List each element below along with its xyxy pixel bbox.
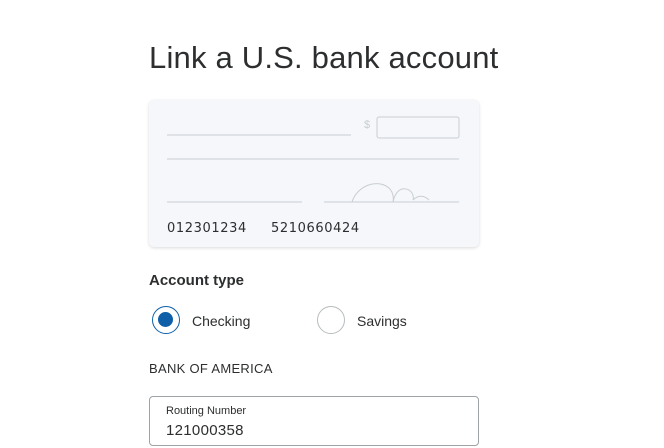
routing-number-label: Routing Number [166, 405, 247, 417]
page-title: Link a U.S. bank account [149, 40, 499, 75]
savings-radio[interactable] [317, 306, 345, 334]
routing-number-field[interactable]: Routing Number 121000358 [149, 396, 479, 446]
check-illustration: $ 012301234 5210660424 [149, 100, 479, 247]
account-type-label: Account type [149, 272, 245, 289]
check-routing-number: 012301234 [167, 221, 247, 236]
checking-radio-label[interactable]: Checking [192, 313, 250, 329]
routing-number-input[interactable]: 121000358 [166, 422, 244, 439]
check-account-number: 5210660424 [271, 221, 360, 236]
bank-name: BANK OF AMERICA [149, 361, 273, 376]
check-dollar-sign: $ [364, 119, 370, 131]
savings-radio-label[interactable]: Savings [357, 313, 407, 329]
link-bank-page: Link a U.S. bank account $ 012301234 521… [0, 0, 664, 448]
checking-radio[interactable] [152, 306, 180, 334]
